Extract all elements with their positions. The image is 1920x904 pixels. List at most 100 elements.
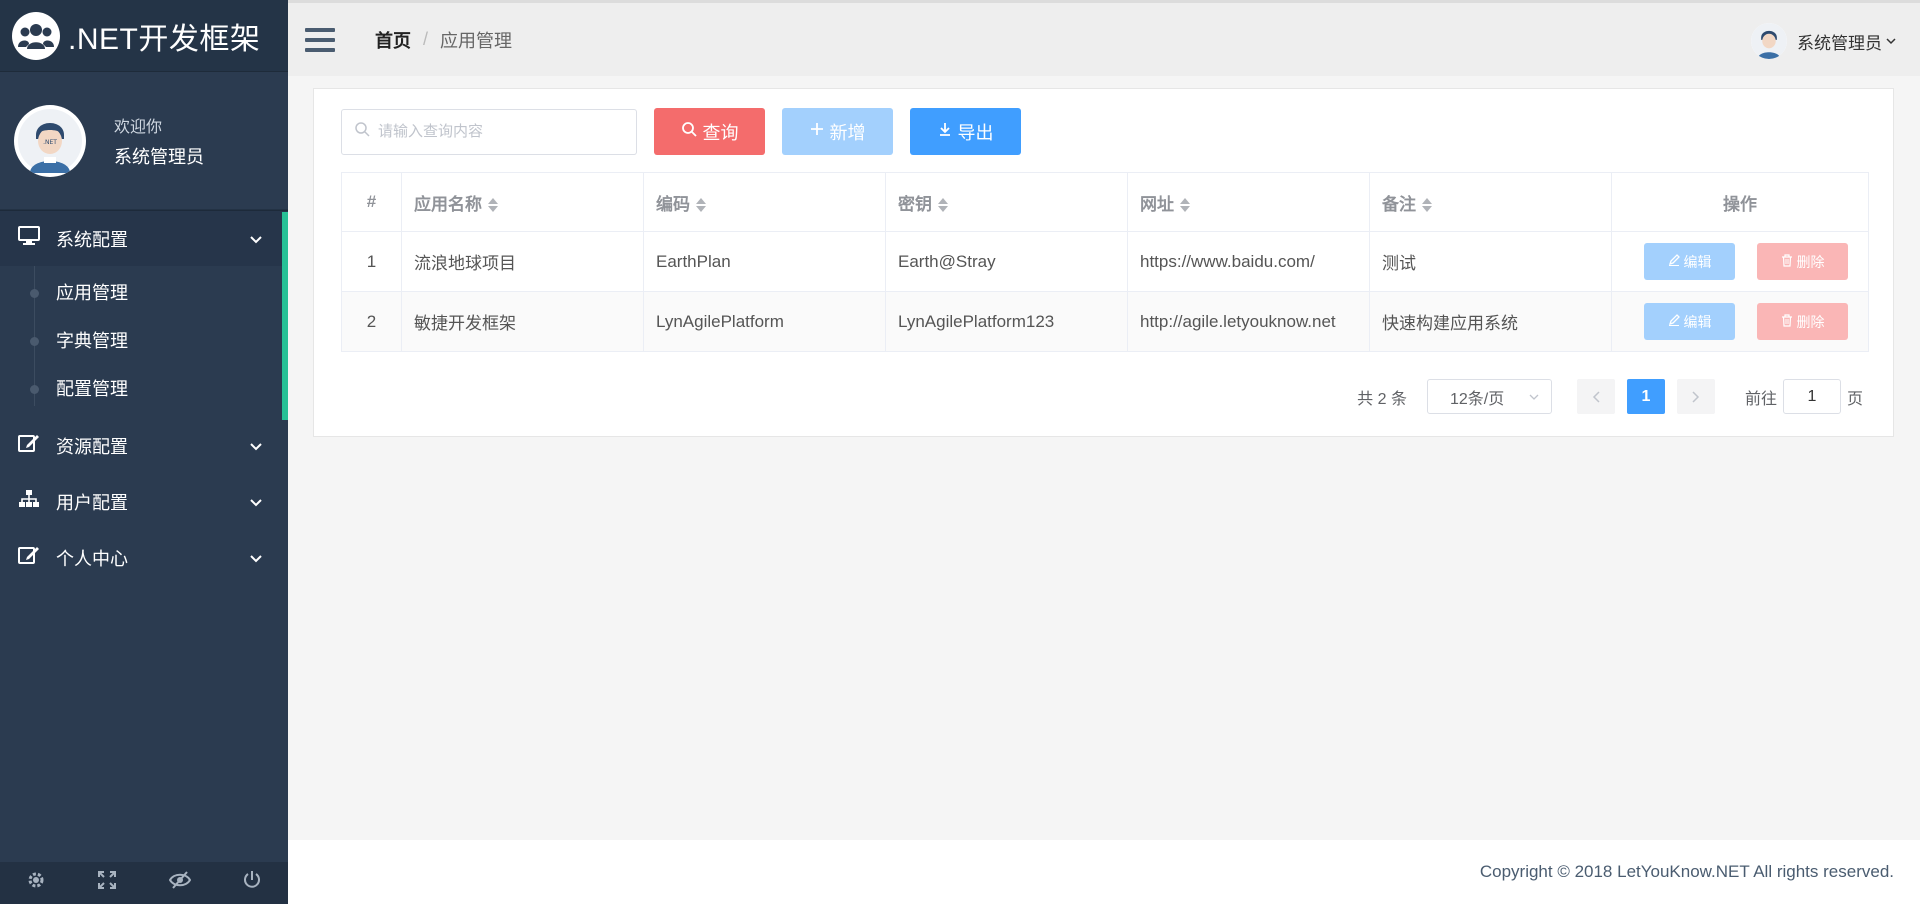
chevron-right-icon [1692,390,1700,403]
cell-key: Earth@Stray [885,231,1128,292]
goto-prefix: 前往 [1744,390,1777,408]
delete-button-label: 删除 [1796,253,1825,270]
add-button[interactable]: 新增 [782,108,893,155]
user-dropdown[interactable]: 系统管理员 [1751,23,1896,59]
menu-label: 资源配置 [56,437,128,457]
table-row: 2 敏捷开发框架 LynAgilePlatform LynAgilePlatfo… [341,291,1869,352]
plus-icon [810,122,824,141]
delete-button-label: 删除 [1796,313,1825,330]
page-size-select[interactable]: 12条/页 [1426,379,1552,414]
add-button-label: 新增 [829,122,866,143]
edit-button-label: 编辑 [1683,313,1712,330]
cell-url: https://www.baidu.com/ [1127,231,1370,292]
column-header-index: # [341,172,402,232]
content-card: 查询 新增 导出 # 应用名称 编码 密钥 网址 备注 [313,88,1894,437]
column-header-url[interactable]: 网址 [1127,172,1370,232]
brand: .NET开发框架 [0,0,288,72]
cell-key: LynAgilePlatform123 [885,291,1128,352]
power-icon[interactable] [242,870,262,896]
pagination: 共 2 条 12条/页 1 前往 页 [1357,379,1863,414]
next-page-button[interactable] [1676,379,1715,414]
monitor-icon [18,225,46,252]
goto-page-input[interactable] [1782,379,1841,414]
prev-page-button[interactable] [1576,379,1615,414]
cell-actions: 编辑 删除 [1611,231,1869,292]
pagination-total: 共 2 条 [1357,390,1407,408]
gear-icon[interactable] [26,870,46,896]
delete-button[interactable]: 删除 [1757,243,1848,280]
sidebar-item-app-management[interactable]: 应用管理 [0,268,288,316]
copyright-text: Copyright © 2018 LetYouKnow.NET All righ… [1479,862,1894,881]
column-header-remark[interactable]: 备注 [1369,172,1612,232]
breadcrumb: 首页 / 应用管理 [375,27,512,53]
search-box [341,108,637,155]
search-input[interactable] [378,123,618,140]
cell-actions: 编辑 删除 [1611,291,1869,352]
sort-icon[interactable] [938,197,948,213]
header-user-name: 系统管理员 [1797,33,1882,53]
chevron-down-icon [1529,390,1539,404]
edit-button-label: 编辑 [1683,253,1712,270]
chevron-down-icon [250,231,262,247]
edit-button[interactable]: 编辑 [1644,303,1735,340]
sort-icon[interactable] [1180,197,1190,213]
delete-button[interactable]: 删除 [1757,303,1848,340]
page-size-value: 12条/页 [1449,390,1505,408]
app-table: # 应用名称 编码 密钥 网址 备注 操作 1 流浪地球项目 EarthPlan… [341,172,1869,352]
welcome-text: 欢迎你 [114,118,163,136]
breadcrumb-home[interactable]: 首页 [375,27,411,53]
column-header-app-name[interactable]: 应用名称 [401,172,644,232]
cell-app-name: 流浪地球项目 [401,231,644,292]
submenu-system: 应用管理 字典管理 配置管理 [0,266,288,418]
chevron-down-icon [1886,34,1896,48]
column-header-key[interactable]: 密钥 [885,172,1128,232]
page-footer: Copyright © 2018 LetYouKnow.NET All righ… [288,840,1920,904]
top-header: 首页 / 应用管理 系统管理员 [288,0,1920,76]
edit-button[interactable]: 编辑 [1644,243,1735,280]
sort-icon[interactable] [1422,197,1432,213]
cell-remark: 测试 [1369,231,1612,292]
trash-icon [1781,313,1793,330]
sidebar-item-config-management[interactable]: 配置管理 [0,364,288,412]
column-header-code[interactable]: 编码 [643,172,886,232]
cell-code: EarthPlan [643,231,886,292]
menu-system-config[interactable]: 系统配置 [0,210,288,266]
sidebar: .NET开发框架 .NET 欢迎你 系统管理员 系统配置 应用管理 字典管理 配… [0,0,288,904]
sort-icon[interactable] [696,197,706,213]
hamburger-menu-icon[interactable] [305,27,335,52]
menu-label: 系统配置 [56,229,128,250]
chevron-down-icon [250,550,262,566]
user-name: 系统管理员 [114,146,204,167]
table-row: 1 流浪地球项目 EarthPlan Earth@Stray https://w… [341,231,1869,292]
brand-title: .NET开发框架 [68,22,261,56]
query-button-label: 查询 [702,122,739,143]
chevron-down-icon [250,494,262,510]
fullscreen-icon[interactable] [97,870,117,896]
menu-personal-center[interactable]: 个人中心 [0,530,288,586]
cell-remark: 快速构建应用系统 [1369,291,1612,352]
chevron-down-icon [250,438,262,454]
cell-index: 1 [341,231,402,292]
pagination-goto: 前往 页 [1745,379,1863,414]
pencil-icon [1668,314,1680,329]
menu-group-system: 系统配置 应用管理 字典管理 配置管理 [0,210,288,418]
user-panel: .NET 欢迎你 系统管理员 [0,72,288,210]
trash-icon [1781,253,1793,270]
side-menu: 系统配置 应用管理 字典管理 配置管理 资源配置 用户配置 个人中心 [0,210,288,586]
page-number-button[interactable]: 1 [1626,379,1665,414]
chevron-left-icon [1592,390,1600,403]
menu-user-config[interactable]: 用户配置 [0,474,288,530]
menu-resource-config[interactable]: 资源配置 [0,418,288,474]
table-header-row: # 应用名称 编码 密钥 网址 备注 操作 [341,172,1869,232]
users-logo-icon [12,11,60,60]
download-icon [938,122,952,141]
sidebar-item-dictionary-management[interactable]: 字典管理 [0,316,288,364]
export-button[interactable]: 导出 [910,108,1021,155]
eye-slash-icon[interactable] [168,870,191,896]
menu-label: 用户配置 [56,493,128,513]
search-icon [354,121,370,142]
sort-icon[interactable] [488,197,498,213]
query-button[interactable]: 查询 [654,108,765,155]
svg-text:.NET: .NET [43,139,57,146]
cell-app-name: 敏捷开发框架 [401,291,644,352]
